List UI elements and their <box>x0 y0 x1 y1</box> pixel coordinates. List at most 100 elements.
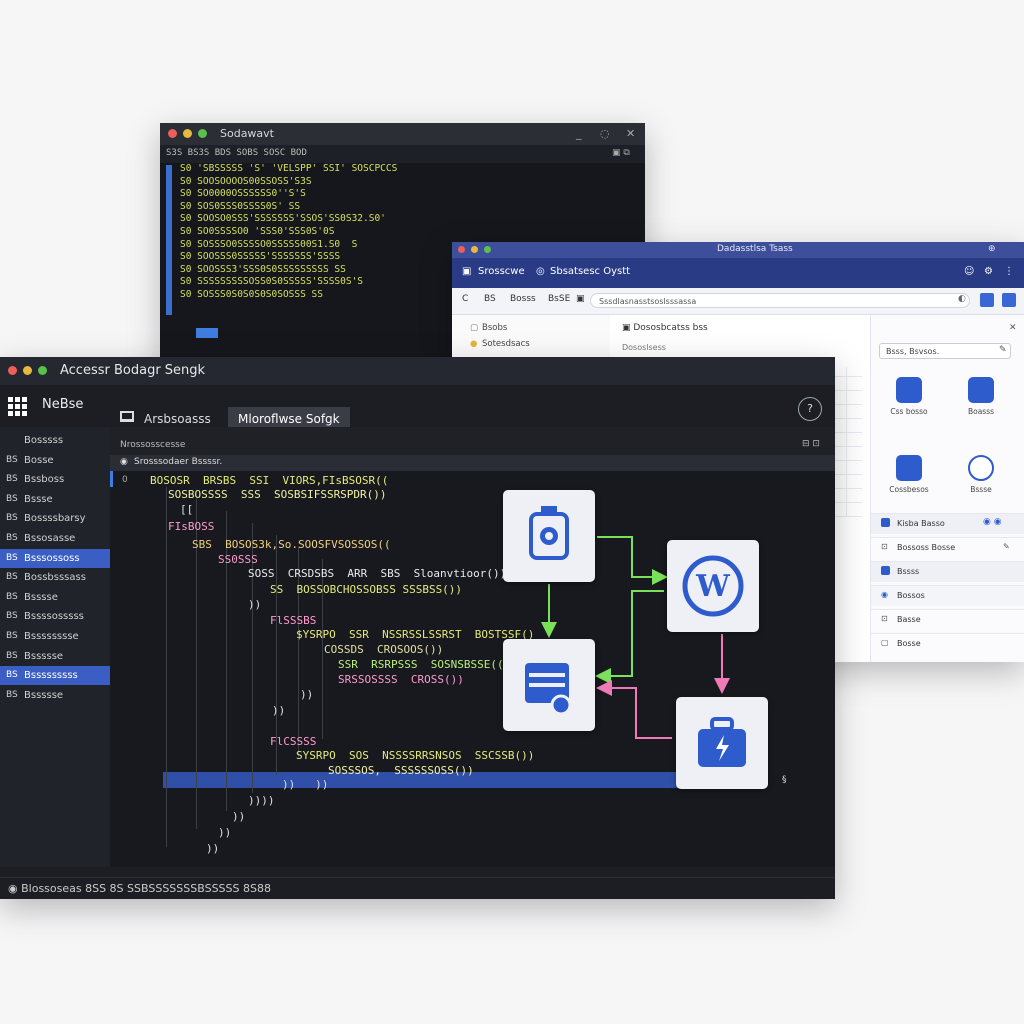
zoom-dot-icon[interactable] <box>198 129 207 138</box>
minimize-icon[interactable]: _ <box>576 127 582 140</box>
zoom-dot-icon[interactable] <box>484 246 491 253</box>
sidebar-item[interactable]: BS Bsssssssse <box>0 627 110 646</box>
toolbar-item-1[interactable]: BS <box>484 294 496 304</box>
list-action-icon[interactable]: ◉ ◉ <box>983 517 1002 527</box>
browser-shield-icon[interactable]: ⊕ <box>988 244 996 254</box>
sidebar-item[interactable]: BS Bssssse <box>0 647 110 666</box>
code-line[interactable]: FlSSSBS <box>270 614 316 627</box>
sidebar-item[interactable]: BS Bssboss <box>0 470 110 489</box>
card-3[interactable]: Cossbesos <box>879 445 939 515</box>
sidebar-item[interactable]: BS Bsssossoss <box>0 548 110 568</box>
code-line[interactable]: $YSRPO SSR NSSRSSLSSRST BOSTSSF() <box>296 628 534 641</box>
app-grid-icon[interactable] <box>8 397 28 417</box>
sidebar-item-label: Bssssse <box>24 689 64 701</box>
close-dot-icon[interactable] <box>8 366 17 375</box>
back-icon[interactable]: C <box>462 294 468 304</box>
node-power[interactable] <box>676 697 768 789</box>
restore-icon[interactable]: ◌ <box>600 127 610 140</box>
split-icon[interactable]: ⊟ ⊡ <box>802 439 820 449</box>
minimize-dot-icon[interactable] <box>471 246 478 253</box>
code-line[interactable]: SOSBOSSSS SSS SOSBSIFSSRSPDR()) <box>168 488 387 501</box>
code-line[interactable]: BOSOSR BRSBS SSI VIORS,FIsBSOSR(( <box>150 474 388 487</box>
code-line[interactable]: SOSSSOS, SSSSSSOSS()) <box>328 764 474 777</box>
code-line[interactable]: )) <box>272 704 285 717</box>
help-icon[interactable]: ? <box>798 397 822 421</box>
sidebar-item[interactable]: BS Bssosasse <box>0 529 110 548</box>
code-line[interactable]: )) <box>232 810 245 823</box>
code-line[interactable]: [[ <box>180 503 193 516</box>
sidebar-item[interactable]: BS Bssssosssss <box>0 607 110 626</box>
account-icon[interactable]: ☺ <box>964 266 974 277</box>
code-line[interactable]: SSR RSRPSSS SOSNSBSSE(() <box>338 658 510 671</box>
tab-1[interactable]: Srosscwe <box>478 266 525 277</box>
close-dot-icon[interactable] <box>168 129 177 138</box>
list-item[interactable]: ▢ Bosse <box>871 633 1024 654</box>
sidebar-item-label: Bsssssssss <box>24 670 78 682</box>
sidebar-item-2[interactable]: Sotesdsacs <box>482 339 530 349</box>
card-1[interactable]: Css bosso <box>879 367 939 437</box>
code-line[interactable]: )) <box>248 598 261 611</box>
code-line[interactable]: FlCSSSS <box>270 735 316 748</box>
sidebar-item[interactable]: BS Bossbsssass <box>0 568 110 587</box>
code-line[interactable]: SS BOSSOBCHOSSOBSS SSSBSS()) <box>270 583 462 596</box>
toolbar-item-2[interactable]: Bosss <box>510 294 536 304</box>
sidebar-item-label: Bossbsssass <box>24 572 86 584</box>
sidebar-item[interactable]: BS Bsssse <box>0 588 110 607</box>
code-line[interactable]: )) <box>206 842 219 855</box>
code-line[interactable]: )) <box>218 826 231 839</box>
sidebar-item[interactable]: BS Bossssbarsy <box>0 509 110 528</box>
list-item[interactable]: ⊡ Basse <box>871 609 1024 630</box>
extensions-icon[interactable]: ⋮ <box>1004 266 1014 277</box>
tab-2[interactable]: Sbsatsesc Oystt <box>550 266 630 277</box>
node-server[interactable] <box>503 639 595 731</box>
list-item[interactable]: Bssss <box>871 561 1024 582</box>
code-line[interactable]: SYSRPO SOS NSSSSRRSNSOS SSCSSB()) <box>296 749 534 762</box>
card-2[interactable]: Boasss <box>951 367 1011 437</box>
code-line[interactable]: COSSDS CROSOOS()) <box>324 643 443 656</box>
action-button-icon[interactable] <box>980 293 994 307</box>
close-icon[interactable]: ✕ <box>626 127 635 140</box>
sidebar-item[interactable]: BS Bssssse <box>0 686 110 705</box>
toolbar-item-3[interactable]: BsSE <box>548 294 570 304</box>
code-line[interactable]: )) <box>300 688 313 701</box>
code-line[interactable]: )))) <box>248 794 275 807</box>
editor-titlebar: Accessr Bodagr Sengk <box>0 357 835 385</box>
minimize-dot-icon[interactable] <box>23 366 32 375</box>
list-edit-icon[interactable]: ✎ <box>1003 542 1010 551</box>
zoom-dot-icon[interactable] <box>38 366 47 375</box>
panel-close-icon[interactable]: ✕ <box>1009 323 1017 333</box>
edit-icon[interactable]: ✎ <box>999 345 1007 355</box>
sidebar-item[interactable]: Bosssss <box>0 431 110 450</box>
right-panel-search[interactable]: Bsss, Bsvsos. <box>879 343 1011 359</box>
status-label: Blossoseas 8SS 8S SSBSSSSSSSBSSSSS 8S88 <box>21 882 271 895</box>
sidebar-item-label: Bsssossoss <box>24 552 80 564</box>
list-item[interactable]: ⊡ Bossoss Bosse ✎ <box>871 537 1024 558</box>
menu-button-icon[interactable] <box>1002 293 1016 307</box>
bookmark-icon[interactable]: ◐ <box>958 294 966 304</box>
sidebar-item[interactable]: BS Bssse <box>0 490 110 509</box>
terminal-tool-icon[interactable]: ▣ ⧉ <box>612 148 630 158</box>
close-dot-icon[interactable] <box>458 246 465 253</box>
url-input[interactable]: Sssdlasnasstsoslsssassa <box>590 293 970 308</box>
list-item[interactable]: ◉ Bossos <box>871 585 1024 606</box>
minimize-dot-icon[interactable] <box>183 129 192 138</box>
card-4[interactable]: Bssse <box>951 445 1011 515</box>
code-line[interactable]: SS0SSS <box>218 553 258 566</box>
settings-icon[interactable]: ⚙ <box>984 266 993 277</box>
sidebar-item[interactable]: BS Bsssssssss <box>0 666 110 686</box>
code-line[interactable]: SOSS CRSDSBS ARR SBS Sloanvtioor()) <box>248 567 506 580</box>
node-storage[interactable] <box>503 490 595 582</box>
code-line[interactable]: FIsBOSS <box>168 520 214 533</box>
card-1-label: Css bosso <box>890 407 928 416</box>
code-line[interactable]: SRSSOSSSS CROSS()) <box>338 673 464 686</box>
tab-home-icon[interactable]: ▣ <box>462 266 471 277</box>
sidebar-item-label: Bssse <box>24 493 53 505</box>
node-wordpress[interactable]: W <box>667 540 759 632</box>
browser-tabbar: ▣ Srosscwe ◎ Sbsatsesc Oystt ☺ ⚙ ⋮ <box>452 258 1024 288</box>
card-2-icon <box>968 377 994 403</box>
sidebar-item[interactable]: BS Bosse <box>0 451 110 470</box>
code-line[interactable]: )) )) <box>282 778 328 791</box>
sidebar-item-1[interactable]: Bsobs <box>482 323 507 333</box>
list-item[interactable]: Kisba Basso ◉ ◉ <box>871 513 1024 534</box>
code-line[interactable]: SBS BOSOS3k,So.SOOSFVSOSSOS(( <box>192 538 391 551</box>
